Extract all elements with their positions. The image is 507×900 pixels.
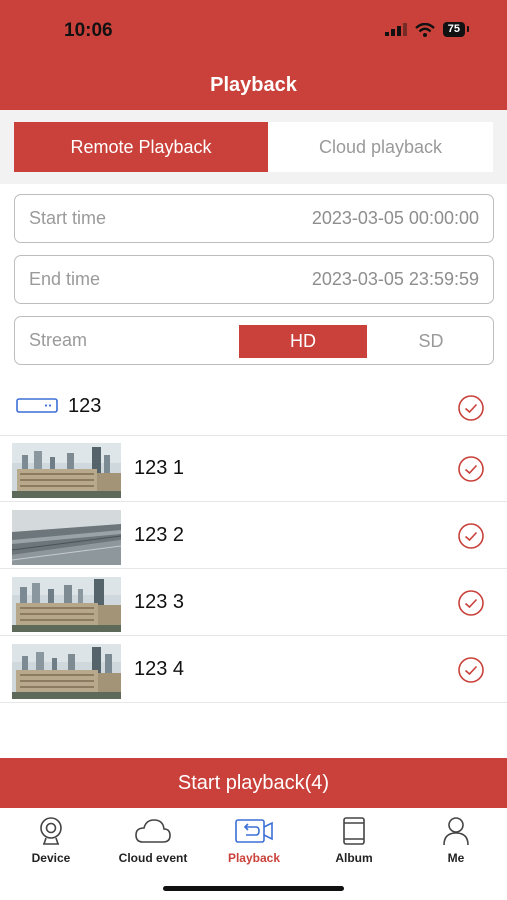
check-circle-icon[interactable] [457, 522, 485, 550]
header-bar: 10:06 75 Playback [0, 0, 507, 110]
end-time-value: 2023-03-05 23:59:59 [311, 269, 479, 289]
tab-album[interactable]: Album [304, 816, 404, 865]
device-row[interactable]: 123 [0, 378, 507, 436]
playback-source-tabs: Remote Playback Cloud playback [0, 110, 507, 184]
tab-cloud-event[interactable]: Cloud event [103, 816, 203, 865]
stream-sd-option[interactable]: SD [367, 325, 495, 358]
camera-name: 123 2 [134, 524, 185, 546]
camera-thumbnail [12, 510, 121, 565]
check-circle-icon[interactable] [457, 656, 485, 684]
status-icons: 75 [384, 22, 470, 37]
camera-row[interactable]: 123 3 [0, 570, 507, 636]
playback-icon [235, 819, 273, 843]
check-circle-icon[interactable] [457, 455, 485, 483]
page-title: Playback [210, 74, 297, 96]
check-circle-icon[interactable] [457, 589, 485, 617]
end-time-label: End time [29, 269, 101, 289]
camera-row[interactable]: 123 4 [0, 637, 507, 703]
camera-thumbnail [12, 644, 121, 699]
tab-playback[interactable]: Playback [204, 816, 304, 865]
start-time-value: 2023-03-05 00:00:00 [311, 208, 479, 228]
tab-remote-playback[interactable]: Remote Playback [14, 122, 268, 172]
start-time-label: Start time [29, 208, 107, 228]
start-playback-button[interactable]: Start playback(4) [0, 758, 507, 808]
tab-cloud-playback[interactable]: Cloud playback [268, 122, 493, 172]
tab-album-label: Album [335, 851, 373, 865]
tab-cloud-event-label: Cloud event [118, 851, 188, 865]
person-icon [443, 817, 469, 846]
home-indicator [163, 886, 344, 891]
tab-device-label: Device [31, 851, 71, 865]
tablet-icon [343, 817, 365, 845]
wifi-icon [414, 22, 435, 37]
cloud-icon [135, 819, 171, 843]
start-time-field[interactable]: Start time 2023-03-05 00:00:00 [14, 194, 494, 243]
device-name: 123 [68, 395, 102, 417]
camera-row[interactable]: 123 2 [0, 503, 507, 569]
stream-field: Stream HD SD [14, 316, 494, 365]
stream-hd-option[interactable]: HD [239, 325, 367, 358]
camera-thumbnail [12, 577, 121, 632]
camera-name: 123 1 [134, 457, 185, 479]
tab-playback-label: Playback [227, 851, 281, 865]
status-time: 10:06 [64, 20, 113, 41]
camera-name: 123 4 [134, 658, 185, 680]
camera-row[interactable]: 123 1 [0, 436, 507, 502]
tab-device[interactable]: Device [1, 816, 101, 865]
signal-icon [384, 23, 407, 36]
battery-indicator: 75 [442, 22, 470, 37]
camera-icon [40, 817, 62, 845]
camera-thumbnail [12, 443, 121, 498]
tab-me-label: Me [447, 851, 465, 865]
check-circle-icon[interactable] [457, 394, 485, 422]
tab-me[interactable]: Me [406, 816, 506, 865]
dvr-icon [16, 398, 58, 413]
camera-name: 123 3 [134, 591, 185, 613]
end-time-field[interactable]: End time 2023-03-05 23:59:59 [14, 255, 494, 304]
